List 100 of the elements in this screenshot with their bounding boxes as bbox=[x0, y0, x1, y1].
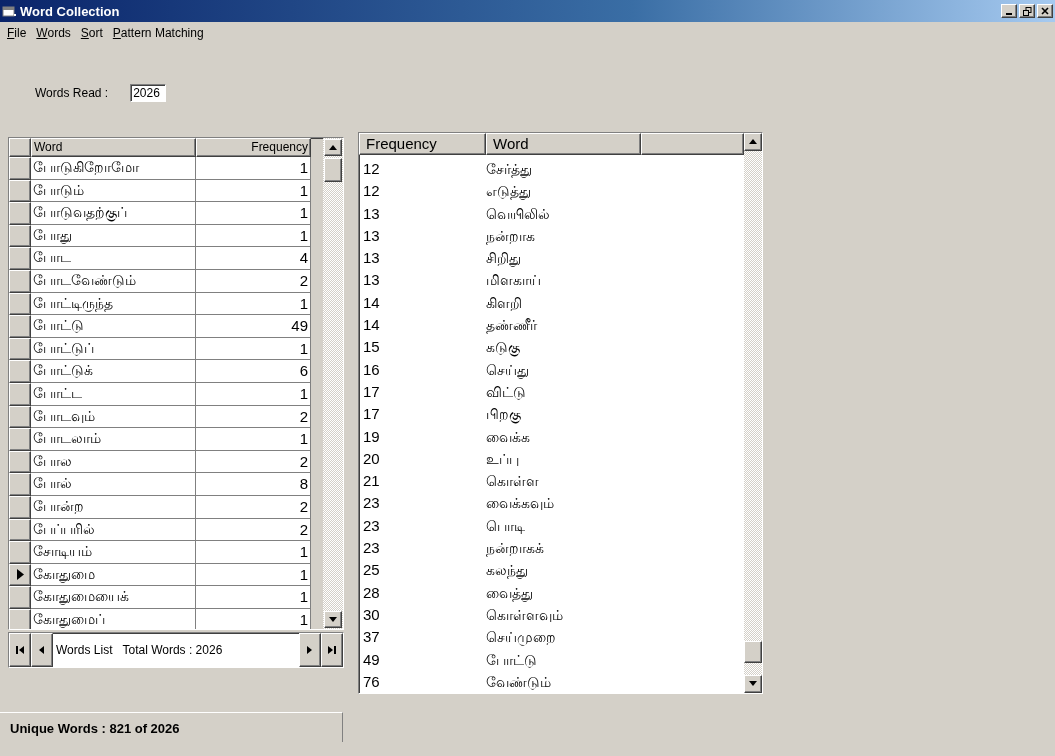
table-cell: பேப்பரில் bbox=[31, 518, 196, 542]
row-selector[interactable] bbox=[9, 428, 31, 451]
table-cell: போட்ட bbox=[31, 382, 196, 406]
table-cell: 2 bbox=[196, 269, 311, 293]
column-header[interactable]: Frequency bbox=[359, 133, 486, 155]
frequency-text: 23 bbox=[362, 538, 381, 559]
row-selector[interactable] bbox=[9, 179, 31, 203]
row-selector[interactable] bbox=[9, 586, 31, 609]
word-text: சிறிது bbox=[486, 249, 522, 269]
previous-record-button[interactable] bbox=[31, 633, 53, 667]
word-text: தண்ணீர் bbox=[486, 316, 538, 336]
word-text: செய்முறை bbox=[486, 628, 557, 648]
row-selector[interactable] bbox=[9, 247, 31, 270]
menu-item[interactable]: Words bbox=[31, 26, 76, 40]
column-header[interactable]: Word bbox=[486, 133, 641, 155]
navigator-caption: Words List bbox=[56, 643, 113, 657]
menu-item[interactable]: File bbox=[2, 26, 32, 40]
table-cell: போன்ற bbox=[31, 495, 196, 519]
frequency-text: 21 bbox=[362, 471, 381, 492]
row-selector[interactable] bbox=[9, 224, 31, 248]
table-cell: போடும் bbox=[31, 179, 196, 203]
row-selector[interactable] bbox=[9, 269, 31, 293]
row-selector[interactable] bbox=[9, 495, 31, 519]
scroll-down-button[interactable] bbox=[744, 675, 762, 693]
frequency-text: 12 bbox=[362, 159, 381, 179]
table-cell: போட்டுக் bbox=[31, 360, 196, 383]
word-text: விட்டு bbox=[486, 382, 527, 402]
row-selector[interactable] bbox=[9, 405, 31, 429]
scroll-down-button[interactable] bbox=[324, 611, 342, 628]
row-selector[interactable] bbox=[9, 292, 31, 316]
table-cell: 8 bbox=[196, 473, 311, 496]
row-selector[interactable] bbox=[9, 157, 31, 180]
first-record-button[interactable] bbox=[9, 633, 31, 667]
column-header[interactable] bbox=[641, 133, 744, 155]
close-button[interactable] bbox=[1037, 4, 1053, 18]
row-selector[interactable] bbox=[9, 518, 31, 542]
table-cell: 1 bbox=[196, 292, 311, 316]
frequency-text: 12 bbox=[362, 181, 381, 202]
word-text: கலந்து bbox=[486, 561, 529, 581]
table-cell: 1 bbox=[196, 608, 311, 629]
row-selector[interactable] bbox=[9, 450, 31, 474]
word-text: பிறகு bbox=[486, 405, 522, 426]
table-cell: 6 bbox=[196, 360, 311, 383]
minimize-button[interactable] bbox=[1001, 4, 1017, 18]
word-text: வைக்கவும் bbox=[486, 494, 555, 514]
menu-item[interactable]: Sort bbox=[75, 26, 108, 40]
word-text: கிளறி bbox=[486, 293, 523, 313]
column-header[interactable]: Word bbox=[31, 138, 196, 157]
table-cell: போட்டு bbox=[31, 315, 196, 338]
app-icon bbox=[2, 5, 16, 17]
word-text: வேண்டும் bbox=[486, 672, 552, 692]
row-selector[interactable] bbox=[9, 337, 31, 361]
scroll-up-button[interactable] bbox=[744, 133, 762, 151]
scroll-up-button[interactable] bbox=[324, 139, 342, 156]
table-cell: 1 bbox=[196, 337, 311, 361]
frequency-text: 23 bbox=[362, 493, 381, 514]
table-cell: 1 bbox=[196, 541, 311, 564]
row-selector[interactable] bbox=[9, 315, 31, 338]
row-selector[interactable] bbox=[9, 382, 31, 406]
first-icon bbox=[15, 645, 25, 655]
words-read-field: 2026 bbox=[130, 84, 167, 102]
word-text: பொடி bbox=[486, 516, 526, 536]
table-cell: 1 bbox=[196, 382, 311, 406]
frequency-text: 19 bbox=[362, 426, 381, 447]
row-selector[interactable] bbox=[9, 608, 31, 629]
row-selector[interactable] bbox=[9, 202, 31, 225]
column-header[interactable]: Frequency bbox=[196, 138, 311, 157]
word-text: நன்றாகக் bbox=[486, 539, 545, 559]
table-cell: கோதுமைப் bbox=[31, 608, 196, 629]
scroll-thumb[interactable] bbox=[744, 641, 762, 663]
restore-button[interactable] bbox=[1019, 4, 1035, 18]
table-cell: 2 bbox=[196, 495, 311, 519]
last-record-button[interactable] bbox=[321, 633, 343, 667]
row-selector[interactable] bbox=[9, 563, 31, 587]
table-cell: சோடியம் bbox=[31, 541, 196, 564]
word-text: சேர்த்து bbox=[486, 160, 533, 180]
table-cell: போட bbox=[31, 247, 196, 270]
close-icon bbox=[1041, 7, 1049, 15]
frequency-text: 13 bbox=[362, 270, 381, 291]
table-cell: 1 bbox=[196, 202, 311, 225]
frequency-text: 23 bbox=[362, 515, 381, 536]
row-selector[interactable] bbox=[9, 473, 31, 496]
row-selector[interactable] bbox=[9, 360, 31, 383]
frequency-text: 13 bbox=[362, 203, 381, 224]
next-record-button[interactable] bbox=[299, 633, 321, 667]
frequency-text: 28 bbox=[362, 582, 381, 603]
scroll-thumb[interactable] bbox=[324, 158, 342, 182]
table-cell: 49 bbox=[196, 315, 311, 338]
scrollbar[interactable] bbox=[323, 138, 343, 629]
word-text: வைத்து bbox=[486, 583, 534, 604]
status-bar: Unique Words : 821 of 2026 bbox=[0, 712, 343, 742]
frequency-text: 15 bbox=[362, 337, 381, 358]
table-cell: போட்டிருந்த bbox=[31, 292, 196, 316]
frequency-text: 76 bbox=[362, 671, 381, 692]
menu-item[interactable]: Pattern Matching bbox=[107, 26, 209, 40]
frequency-text: 25 bbox=[362, 560, 381, 581]
row-selector[interactable] bbox=[9, 541, 31, 564]
table-cell: 1 bbox=[196, 224, 311, 248]
scrollbar[interactable] bbox=[744, 133, 762, 693]
window-title: Word Collection bbox=[20, 3, 121, 19]
